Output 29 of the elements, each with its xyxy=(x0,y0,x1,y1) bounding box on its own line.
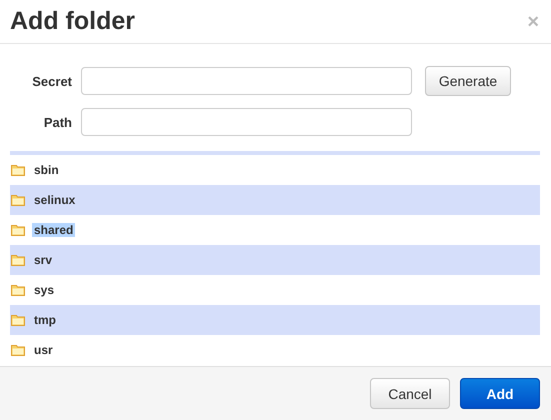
folder-icon xyxy=(11,164,25,176)
input-field[interactable] xyxy=(81,67,412,95)
folder-name: sys xyxy=(33,283,56,297)
folder-icon xyxy=(11,194,25,206)
folder-name: srv xyxy=(33,253,54,267)
input-field[interactable] xyxy=(81,108,412,136)
folder-icon xyxy=(11,284,25,296)
field-label: Path xyxy=(42,114,72,130)
folder-row[interactable]: sys xyxy=(10,275,540,305)
folder-name: selinux xyxy=(33,193,76,207)
dialog-title: Add folder xyxy=(10,7,135,36)
generate-button[interactable]: Generate xyxy=(425,66,511,96)
folder-icon xyxy=(11,314,25,326)
folder-row[interactable]: sbin xyxy=(10,155,540,185)
folder-name: usr xyxy=(33,343,54,357)
folder-icon xyxy=(11,224,25,236)
field-label: Secret xyxy=(31,74,72,88)
add-button[interactable]: Add xyxy=(460,378,540,409)
folder-row[interactable]: srv xyxy=(10,245,540,275)
folder-name: tmp xyxy=(33,313,57,327)
cancel-button[interactable]: Cancel xyxy=(370,378,450,409)
folder-name: shared xyxy=(32,223,76,237)
folder-row[interactable]: tmp xyxy=(10,305,540,335)
folder-icon xyxy=(11,344,25,356)
folder-name: sbin xyxy=(33,163,60,177)
folder-row[interactable]: selinux xyxy=(10,185,540,215)
folder-icon xyxy=(11,254,25,266)
folder-row[interactable]: usr xyxy=(10,335,540,361)
folder-row[interactable]: shared xyxy=(10,215,540,245)
